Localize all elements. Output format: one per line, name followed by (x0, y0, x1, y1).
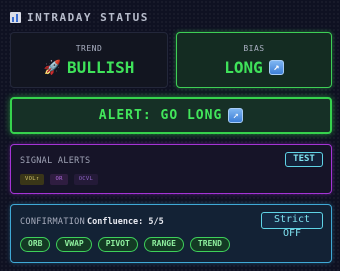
confirmation-title: CONFIRMATION (20, 217, 86, 227)
pill-orb: ORB (20, 237, 51, 252)
pill-pivot: PIVOT (97, 237, 138, 252)
confirmation-panel: CONFIRMATION Confluence: 5/5 Strict OFF … (10, 204, 332, 263)
signal-chip-ocvl: OCVL (73, 174, 99, 185)
signal-chip-row: VOL↑ OR OCVL (20, 174, 99, 185)
panel-header: INTRADAY STATUS (10, 9, 149, 25)
bias-label: BIAS (243, 44, 265, 53)
signal-alerts-title: SIGNAL ALERTS (20, 156, 91, 166)
signal-alerts-panel: SIGNAL ALERTS TEST VOL↑ OR OCVL (10, 144, 332, 194)
trend-label: TREND (75, 44, 103, 53)
bar-chart-icon (10, 11, 21, 23)
arrow-up-right-icon: ↗ (268, 60, 284, 75)
signal-chip-vol: VOL↑ (20, 174, 45, 185)
alert-banner: ALERT: GO LONG ↗ (10, 97, 332, 134)
trend-card: TREND 🚀 BULLISH (10, 32, 168, 88)
bias-value: LONG (224, 58, 263, 77)
confluence-score: Confluence: 5/5 (87, 217, 164, 227)
panel-title: INTRADAY STATUS (27, 10, 149, 24)
arrow-up-right-icon: ↗ (228, 108, 244, 123)
strict-toggle-button[interactable]: Strict OFF (261, 212, 323, 239)
trend-value-row: 🚀 BULLISH (11, 58, 167, 77)
signal-chip-or: OR (50, 174, 68, 185)
test-button[interactable]: TEST (285, 152, 323, 167)
bias-value-row: LONG ↗ (177, 58, 331, 77)
trend-value: BULLISH (67, 58, 135, 77)
confirmation-pill-row: ORB VWAP PIVOT RANGE TREND (20, 237, 230, 252)
pill-trend: TREND (189, 237, 230, 252)
pill-range: RANGE (143, 237, 184, 252)
rocket-icon: 🚀 (43, 59, 61, 76)
pill-vwap: VWAP (56, 237, 92, 252)
bias-card: BIAS LONG ↗ (176, 32, 332, 88)
alert-text: ALERT: GO LONG (98, 108, 223, 123)
